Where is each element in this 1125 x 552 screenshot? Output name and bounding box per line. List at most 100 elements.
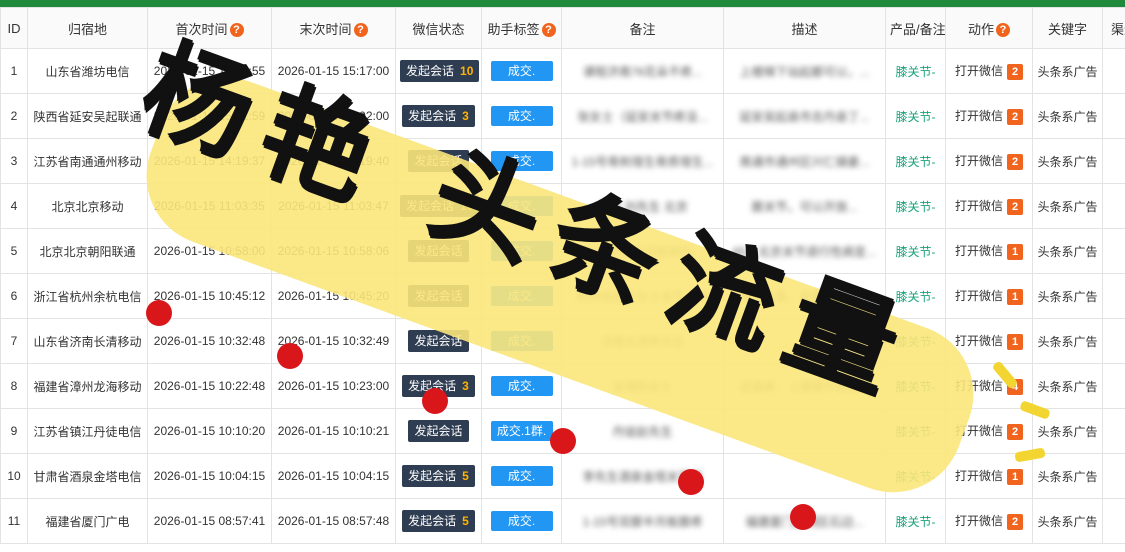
deal-tag-button[interactable]: 成交. [490,376,553,396]
cell-id: 4 [0,183,28,229]
action-count-badge: 2 [1007,108,1023,125]
action-count-badge: 2 [1007,513,1023,530]
cell-assistant-tag: 成交.1群. [481,408,562,454]
cell-first-time: 2026-01-15 10:22:48 [147,363,272,409]
deal-tag-button[interactable]: 成交. [490,511,553,531]
help-icon[interactable]: ? [996,23,1010,38]
cell-assistant-tag: 成交. [481,453,562,499]
product-link[interactable]: 膝关节- [896,515,936,529]
cell-action: 打开微信 2 [945,48,1033,94]
action-count-badge: 2 [1007,153,1023,170]
cell-channel [1102,183,1125,229]
open-wechat-link[interactable]: 打开微信 [955,289,1003,303]
open-wechat-link[interactable]: 打开微信 [955,64,1003,78]
help-icon[interactable]: ? [229,23,244,38]
chat-count: 10 [460,64,474,78]
cell-desc: 延安吴起县市志丹县丁... [723,93,886,139]
cell-product: 膝关节- [885,48,946,94]
chat-count: 5 [462,514,469,528]
cell-location: 北京北京移动 [27,183,148,229]
product-link[interactable]: 膝关节- [896,155,936,169]
note-text: 1-15号双膝半月板膝疼 [582,514,703,529]
cell-first-time: 2026-01-15 08:57:41 [147,498,272,544]
cell-action: 打开微信 1 [945,273,1033,319]
red-dot-marker [678,469,704,495]
chat-count: 3 [462,109,469,123]
cell-location: 山东省济南长清移动 [27,318,148,364]
deal-tag-button[interactable]: 成交. [490,466,553,486]
cell-location: 山东省潍坊电信 [27,48,148,94]
cell-id: 11 [0,498,28,544]
cell-action: 打开微信 1 [945,228,1033,274]
cell-channel [1102,228,1125,274]
product-link[interactable]: 膝关节- [896,200,936,214]
cell-product: 膝关节- [885,93,946,139]
open-wechat-link[interactable]: 打开微信 [955,469,1003,483]
cell-channel [1102,453,1125,499]
help-icon[interactable]: ? [541,23,556,38]
cell-location: 甘肃省酒泉金塔电信 [27,453,148,499]
open-wechat-link[interactable]: 打开微信 [955,514,1003,528]
cell-assistant-tag: 成交. [481,48,562,94]
cell-keyword: 头条系广告 [1032,498,1103,544]
cell-channel [1102,318,1125,364]
cell-channel [1102,498,1125,544]
cell-location: 福建省漳州龙海移动 [27,363,148,409]
cell-wechat-status: 发起会话10 [395,48,482,94]
cell-last-time: 2026-01-15 10:10:21 [271,408,396,454]
start-chat-button[interactable]: 发起会话 5 [402,510,475,532]
start-chat-button[interactable]: 发起会话 [408,420,469,442]
col-header-location[interactable]: 归宿地 [27,7,148,49]
cell-desc: 膝关节，可以开放... [723,183,886,229]
cell-wechat-status: 发起会话 5 [395,453,482,499]
open-wechat-link[interactable]: 打开微信 [955,199,1003,213]
cell-note: 张女士（延安关节疼没... [561,93,724,139]
start-chat-button[interactable]: 发起会话 5 [402,465,475,487]
col-header-channel[interactable]: 渠道 [1102,7,1125,49]
cell-first-time: 2026-01-15 10:32:48 [147,318,272,364]
cell-keyword: 头条系广告 [1032,453,1103,499]
action-count-badge: 2 [1007,198,1023,215]
deal-tag-button[interactable]: 成交. [490,61,553,81]
cell-keyword: 头条系广告 [1032,183,1103,229]
col-header-keyword[interactable]: 关键字 [1032,7,1103,49]
col-header-product-note[interactable]: 产品/备注 [885,7,946,49]
product-link[interactable]: 膝关节- [896,110,936,124]
open-wechat-link[interactable]: 打开微信 [955,244,1003,258]
action-count-badge: 2 [1007,423,1023,440]
red-dot-marker [790,504,816,530]
col-header-note[interactable]: 备注 [561,7,724,49]
cell-keyword: 头条系广告 [1032,363,1103,409]
deal-tag-button[interactable]: 成交. [490,106,553,126]
start-chat-button[interactable]: 发起会话10 [400,60,480,82]
cell-location: 江苏省镇江丹徒电信 [27,408,148,454]
action-count-badge: 1 [1007,288,1023,305]
desc-text: 膝关节，可以开放... [751,199,858,214]
cell-channel [1102,408,1125,454]
col-header-action[interactable]: 动作? [945,7,1033,49]
table-row: 11 福建省厦门广电 2026-01-15 08:57:41 2026-01-15 0… [0,498,1125,544]
cell-id: 10 [0,453,28,499]
red-dot-marker [550,428,576,454]
cell-location: 浙江省杭州余杭电信 [27,273,148,319]
cell-product: 膝关节- [885,228,946,274]
col-header-wechat-status[interactable]: 微信状态 [395,7,482,49]
cell-action: 打开微信 2 [945,138,1033,184]
open-wechat-link[interactable]: 打开微信 [955,154,1003,168]
col-header-assistant-tag[interactable]: 助手标签? [481,7,562,49]
top-accent-bar [0,0,1125,7]
col-header-desc[interactable]: 描述 [723,7,886,49]
cell-id: 8 [0,363,28,409]
action-count-badge: 1 [1007,333,1023,350]
cell-channel [1102,138,1125,184]
help-icon[interactable]: ? [353,23,368,38]
cell-desc: 上楼梯下站起都可以，... [723,48,886,94]
cell-product: 膝关节- [885,498,946,544]
cell-last-time: 2026-01-15 10:04:15 [271,453,396,499]
col-header-id[interactable]: ID [0,7,28,49]
deal-tag-button[interactable]: 成交.1群. [490,421,553,441]
col-header-last-time[interactable]: 末次时间? [271,7,396,49]
open-wechat-link[interactable]: 打开微信 [955,109,1003,123]
product-link[interactable]: 膝关节- [896,245,936,259]
product-link[interactable]: 膝关节- [896,65,936,79]
